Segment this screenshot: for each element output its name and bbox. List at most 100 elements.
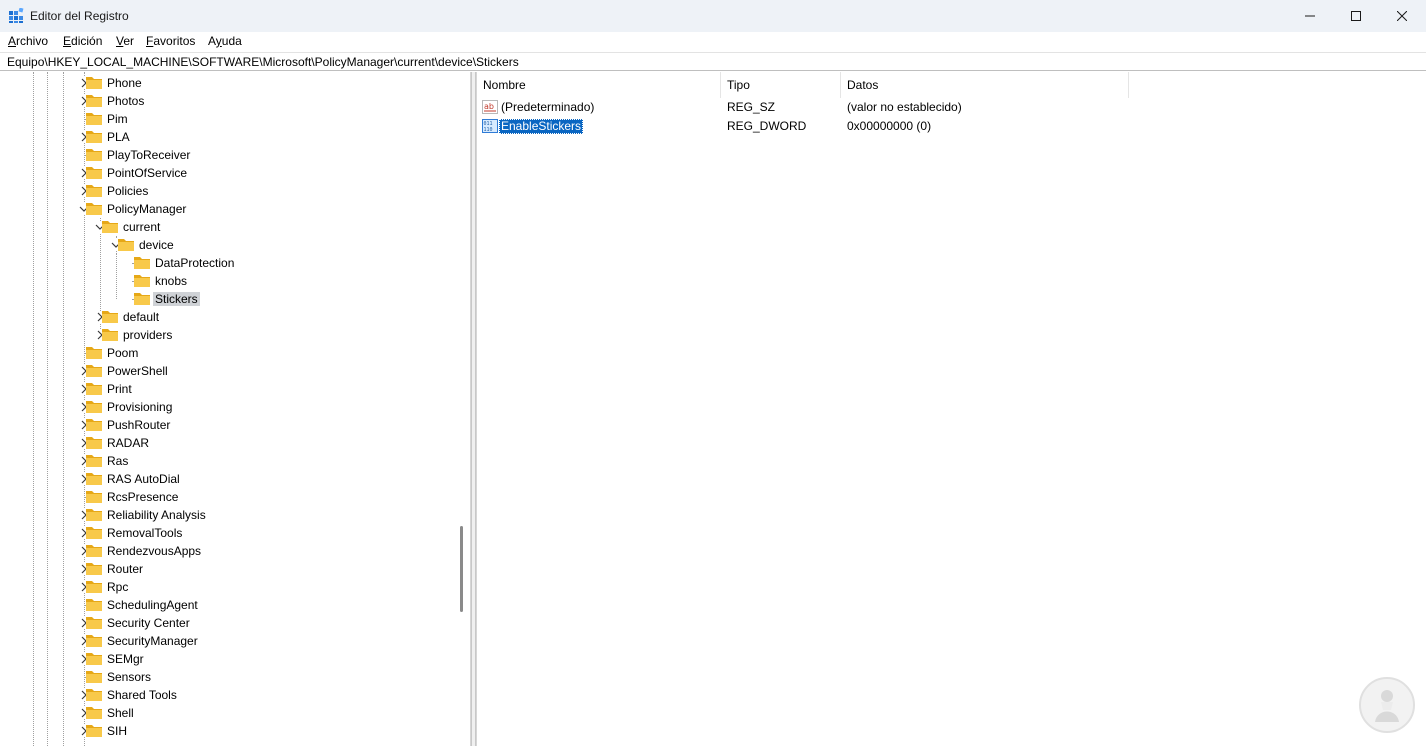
tree-item[interactable]: PlayToReceiver bbox=[0, 146, 460, 164]
tree-item-label: PointOfService bbox=[107, 166, 188, 180]
tree-item[interactable]: Poom bbox=[0, 344, 460, 362]
tree-item[interactable]: Pim bbox=[0, 110, 460, 128]
folder-icon bbox=[86, 167, 102, 179]
tree-item[interactable]: Security Center bbox=[0, 614, 460, 632]
folder-icon bbox=[134, 293, 150, 305]
menu-edicion[interactable]: Edición bbox=[63, 34, 102, 48]
folder-icon bbox=[86, 437, 102, 449]
tree-item[interactable]: SIH bbox=[0, 722, 460, 740]
tree-item-label: SIH bbox=[107, 724, 128, 738]
svg-text:110: 110 bbox=[484, 127, 493, 133]
tree-item[interactable]: Provisioning bbox=[0, 398, 460, 416]
value-data: (valor no establecido) bbox=[847, 100, 962, 114]
tree-item[interactable]: PointOfService bbox=[0, 164, 460, 182]
column-header-data[interactable]: Datos bbox=[841, 72, 1129, 98]
tree-item[interactable]: SchedulingAgent bbox=[0, 596, 460, 614]
tree-item-label: providers bbox=[123, 328, 173, 342]
tree-item[interactable]: providers bbox=[0, 326, 460, 344]
tree-item[interactable]: RADAR bbox=[0, 434, 460, 452]
menu-ver[interactable]: Ver bbox=[116, 34, 134, 48]
tree-item[interactable]: Shell bbox=[0, 704, 460, 722]
tree-item-label: RemovalTools bbox=[107, 526, 183, 540]
dword-value-icon: 011 110 bbox=[482, 119, 498, 133]
list-header: Nombre Tipo Datos bbox=[477, 72, 1426, 98]
tree-item[interactable]: RcsPresence bbox=[0, 488, 460, 506]
tree-item[interactable]: RemovalTools bbox=[0, 524, 460, 542]
tree-item-label: Shell bbox=[107, 706, 134, 720]
value-row-selected[interactable]: 011 110 EnableStickers REG_DWORD 0x00000… bbox=[477, 117, 1426, 136]
column-header-name[interactable]: Nombre bbox=[477, 72, 721, 98]
value-type: REG_SZ bbox=[727, 100, 776, 114]
tree-item[interactable]: SEMgr bbox=[0, 650, 460, 668]
tree-item-label: Phone bbox=[107, 76, 142, 90]
tree-item[interactable]: Photos bbox=[0, 92, 460, 110]
tree-item[interactable]: SecurityManager bbox=[0, 632, 460, 650]
tree-item-label: Router bbox=[107, 562, 144, 576]
tree-item[interactable]: Policies bbox=[0, 182, 460, 200]
tree-item[interactable]: RendezvousApps bbox=[0, 542, 460, 560]
folder-icon bbox=[86, 635, 102, 647]
folder-icon bbox=[86, 509, 102, 521]
tree-item-label: knobs bbox=[155, 274, 188, 288]
folder-icon bbox=[86, 185, 102, 197]
tree-item[interactable]: PolicyManager bbox=[0, 200, 460, 218]
tree-item[interactable]: Ras bbox=[0, 452, 460, 470]
menu-ayuda[interactable]: Ayuda bbox=[208, 34, 242, 48]
tree-item[interactable]: RAS AutoDial bbox=[0, 470, 460, 488]
tree-item[interactable]: DataProtection bbox=[0, 254, 460, 272]
tree-item[interactable]: current bbox=[0, 218, 460, 236]
close-button[interactable] bbox=[1379, 0, 1425, 32]
address-path[interactable]: Equipo\HKEY_LOCAL_MACHINE\SOFTWARE\Micro… bbox=[7, 55, 519, 69]
tree-item-label: Sensors bbox=[107, 670, 152, 684]
registry-tree[interactable]: Phone Photos Pim PLA PlayToReceiver PointOfSe… bbox=[0, 72, 471, 746]
tree-item[interactable]: Reliability Analysis bbox=[0, 506, 460, 524]
tree-item-label: PowerShell bbox=[107, 364, 168, 378]
folder-icon bbox=[86, 653, 102, 665]
tree-item[interactable]: Rpc bbox=[0, 578, 460, 596]
folder-icon bbox=[86, 149, 102, 161]
tree-item[interactable]: Shared Tools bbox=[0, 686, 460, 704]
address-bar[interactable]: Equipo\HKEY_LOCAL_MACHINE\SOFTWARE\Micro… bbox=[0, 52, 1426, 71]
close-icon bbox=[1397, 11, 1407, 21]
maximize-button[interactable] bbox=[1333, 0, 1379, 32]
folder-icon bbox=[102, 221, 118, 233]
tree-item[interactable]: Print bbox=[0, 380, 460, 398]
folder-icon bbox=[86, 689, 102, 701]
column-header-type[interactable]: Tipo bbox=[721, 72, 841, 98]
folder-icon bbox=[86, 527, 102, 539]
tree-item-label: PlayToReceiver bbox=[107, 148, 191, 162]
folder-icon bbox=[86, 347, 102, 359]
menu-bar: Archivo Edición Ver Favoritos Ayuda bbox=[0, 32, 1426, 51]
tree-item[interactable]: Router bbox=[0, 560, 460, 578]
tree-item[interactable]: Phone bbox=[0, 74, 460, 92]
tree-item[interactable]: device bbox=[0, 236, 460, 254]
folder-icon bbox=[86, 599, 102, 611]
tree-item[interactable]: Stickers bbox=[0, 290, 460, 308]
values-list[interactable]: Nombre Tipo Datos ab (Predeterminado) RE… bbox=[476, 72, 1426, 746]
tree-scrollbar-thumb[interactable] bbox=[460, 526, 463, 612]
svg-text:ab: ab bbox=[484, 102, 494, 111]
folder-icon bbox=[86, 77, 102, 89]
minimize-button[interactable] bbox=[1287, 0, 1333, 32]
menu-archivo[interactable]: Archivo bbox=[8, 34, 48, 48]
window-title: Editor del Registro bbox=[30, 9, 129, 23]
tree-item-label: current bbox=[123, 220, 161, 234]
tree-item[interactable]: PowerShell bbox=[0, 362, 460, 380]
tree-item[interactable]: Sensors bbox=[0, 668, 460, 686]
tree-item-label: device bbox=[139, 238, 174, 252]
folder-icon bbox=[134, 257, 150, 269]
value-row[interactable]: ab (Predeterminado) REG_SZ (valor no est… bbox=[477, 98, 1426, 117]
tree-item[interactable]: PLA bbox=[0, 128, 460, 146]
folder-icon bbox=[86, 95, 102, 107]
tree-item-label: RendezvousApps bbox=[107, 544, 202, 558]
tree-item[interactable]: default bbox=[0, 308, 460, 326]
tree-item[interactable]: knobs bbox=[0, 272, 460, 290]
tree-item-label: Ras bbox=[107, 454, 129, 468]
menu-favoritos[interactable]: Favoritos bbox=[146, 34, 195, 48]
tree-item-label: Policies bbox=[107, 184, 149, 198]
tree-item[interactable]: PushRouter bbox=[0, 416, 460, 434]
minimize-icon bbox=[1305, 15, 1315, 17]
folder-icon bbox=[86, 671, 102, 683]
tree-item-label: DataProtection bbox=[155, 256, 235, 270]
tree-item-label: SEMgr bbox=[107, 652, 144, 666]
